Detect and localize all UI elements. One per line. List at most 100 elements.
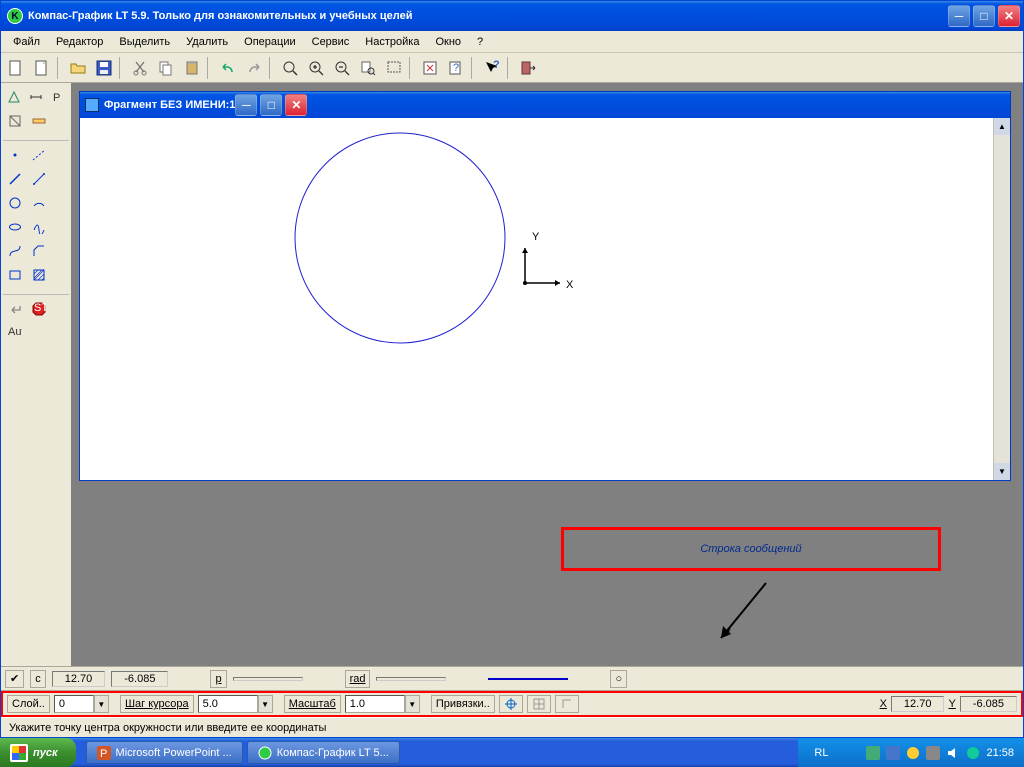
scale-button[interactable]: Масштаб bbox=[284, 695, 341, 713]
step-select[interactable]: 5.0 ▼ bbox=[198, 695, 273, 713]
scroll-up-icon[interactable]: ▲ bbox=[994, 118, 1010, 135]
menu-window[interactable]: Окно bbox=[427, 33, 469, 51]
tool-bezier-icon[interactable] bbox=[4, 240, 26, 262]
tool-point-icon[interactable] bbox=[4, 144, 26, 166]
refresh-button[interactable] bbox=[418, 56, 442, 80]
param-row-1: ✔ c 12.70 -6.085 p rad ○ bbox=[1, 667, 1023, 691]
undo-button[interactable] bbox=[216, 56, 240, 80]
axes-toggle[interactable]: ○ bbox=[610, 670, 627, 688]
zoom-in-button[interactable] bbox=[304, 56, 328, 80]
v-toggle[interactable]: ✔ bbox=[5, 670, 24, 688]
zoom-button[interactable] bbox=[278, 56, 302, 80]
menu-editor[interactable]: Редактор bbox=[48, 33, 111, 51]
tool-edit-icon[interactable] bbox=[4, 110, 26, 132]
new-doc2-button[interactable] bbox=[30, 56, 54, 80]
tool-p-icon[interactable]: P bbox=[48, 86, 68, 108]
x-field[interactable]: 12.70 bbox=[891, 696, 945, 712]
whatsthis-button[interactable]: ? bbox=[480, 56, 504, 80]
p-toggle[interactable]: p bbox=[210, 670, 226, 688]
doc-minimize-button[interactable]: ─ bbox=[235, 94, 257, 116]
chevron-down-icon[interactable]: ▼ bbox=[405, 695, 420, 713]
tool-circle-icon[interactable] bbox=[4, 192, 26, 214]
copy-button[interactable] bbox=[154, 56, 178, 80]
coord2-field[interactable]: -6.085 bbox=[111, 671, 168, 687]
tray-icon-6[interactable] bbox=[966, 746, 980, 760]
menu-settings[interactable]: Настройка bbox=[357, 33, 427, 51]
exit-button[interactable] bbox=[516, 56, 540, 80]
tool-measure-icon[interactable] bbox=[28, 110, 50, 132]
layer-select[interactable]: 0 ▼ bbox=[54, 695, 109, 713]
tool-hatch-icon[interactable] bbox=[28, 264, 50, 286]
start-label: пуск bbox=[33, 747, 58, 759]
taskbar-item-kompas[interactable]: Компас-График LT 5... bbox=[247, 741, 400, 764]
doc-vscrollbar[interactable]: ▲ ▼ bbox=[993, 118, 1010, 480]
new-doc-button[interactable] bbox=[4, 56, 28, 80]
menu-service[interactable]: Сервис bbox=[304, 33, 358, 51]
paste-button[interactable] bbox=[180, 56, 204, 80]
tool-dimension-icon[interactable] bbox=[26, 86, 46, 108]
chevron-down-icon[interactable]: ▼ bbox=[258, 695, 273, 713]
close-button[interactable]: ✕ bbox=[998, 5, 1020, 27]
tool-aux-line-icon[interactable] bbox=[28, 144, 50, 166]
menu-select[interactable]: Выделить bbox=[111, 33, 178, 51]
tool-line-icon[interactable] bbox=[4, 168, 26, 190]
doc-canvas[interactable]: Y X bbox=[80, 118, 1010, 480]
linetype-preview[interactable] bbox=[488, 678, 568, 680]
maximize-button[interactable]: □ bbox=[973, 5, 995, 27]
cut-button[interactable] bbox=[128, 56, 152, 80]
zoom-out-button[interactable] bbox=[330, 56, 354, 80]
snap-button[interactable]: Привязки.. bbox=[431, 695, 495, 713]
rad-field[interactable] bbox=[376, 677, 446, 681]
lang-indicator[interactable]: RL bbox=[814, 747, 828, 759]
main-toolbar: ? ? bbox=[1, 53, 1023, 83]
tool-enter-icon[interactable] bbox=[4, 298, 26, 320]
ortho-icon[interactable] bbox=[555, 695, 579, 713]
tray-icon-4[interactable] bbox=[926, 746, 940, 760]
doc-maximize-button[interactable]: □ bbox=[260, 94, 282, 116]
menu-operations[interactable]: Операции bbox=[236, 33, 303, 51]
grid-icon[interactable] bbox=[527, 695, 551, 713]
tool-spline-icon[interactable] bbox=[28, 216, 50, 238]
chevron-down-icon[interactable]: ▼ bbox=[94, 695, 109, 713]
doc-close-button[interactable]: ✕ bbox=[285, 94, 307, 116]
tool-line2-icon[interactable] bbox=[28, 168, 50, 190]
help-topic-button[interactable]: ? bbox=[444, 56, 468, 80]
tray-icon-3[interactable] bbox=[906, 746, 920, 760]
tool-geometry-icon[interactable] bbox=[4, 86, 24, 108]
tool-stop-icon[interactable]: STOP bbox=[28, 298, 50, 320]
step-button[interactable]: Шаг курсора bbox=[120, 695, 194, 713]
tool-ellipse-icon[interactable] bbox=[4, 216, 26, 238]
layer-button[interactable]: Слой.. bbox=[7, 695, 50, 713]
tool-chamfer-icon[interactable] bbox=[28, 240, 50, 262]
titlebar: K Компас-График LT 5.9. Только для ознак… bbox=[1, 1, 1023, 31]
clock[interactable]: 21:58 bbox=[986, 747, 1014, 759]
zoom-rect-button[interactable] bbox=[382, 56, 406, 80]
tray-icon-2[interactable] bbox=[886, 746, 900, 760]
param-field[interactable] bbox=[233, 677, 303, 681]
volume-icon[interactable] bbox=[946, 746, 960, 760]
menu-help[interactable]: ? bbox=[469, 33, 491, 51]
save-button[interactable] bbox=[92, 56, 116, 80]
menu-file[interactable]: Файл bbox=[5, 33, 48, 51]
minimize-button[interactable]: ─ bbox=[948, 5, 970, 27]
scroll-down-icon[interactable]: ▼ bbox=[994, 463, 1010, 480]
tool-auto-icon[interactable]: Auto bbox=[4, 322, 26, 344]
menubar: Файл Редактор Выделить Удалить Операции … bbox=[1, 31, 1023, 53]
snap-center-icon[interactable] bbox=[499, 695, 523, 713]
scale-select[interactable]: 1.0 ▼ bbox=[345, 695, 420, 713]
open-button[interactable] bbox=[66, 56, 90, 80]
status-panels: ✔ c 12.70 -6.085 p rad ○ Слой.. 0 ▼ Шаг … bbox=[1, 666, 1023, 737]
start-button[interactable]: пуск bbox=[0, 738, 76, 767]
menu-delete[interactable]: Удалить bbox=[178, 33, 236, 51]
zoom-doc-button[interactable] bbox=[356, 56, 380, 80]
tool-arc-icon[interactable] bbox=[28, 192, 50, 214]
redo-button[interactable] bbox=[242, 56, 266, 80]
c-toggle[interactable]: c bbox=[30, 670, 46, 688]
rad-toggle[interactable]: rad bbox=[345, 670, 371, 688]
coord1-field[interactable]: 12.70 bbox=[52, 671, 106, 687]
tool-rect-icon[interactable] bbox=[4, 264, 26, 286]
y-field[interactable]: -6.085 bbox=[960, 696, 1017, 712]
annotation-callout: Строка сообщений bbox=[561, 527, 941, 571]
taskbar-item-powerpoint[interactable]: P Microsoft PowerPoint ... bbox=[86, 741, 243, 764]
tray-icon-1[interactable] bbox=[866, 746, 880, 760]
